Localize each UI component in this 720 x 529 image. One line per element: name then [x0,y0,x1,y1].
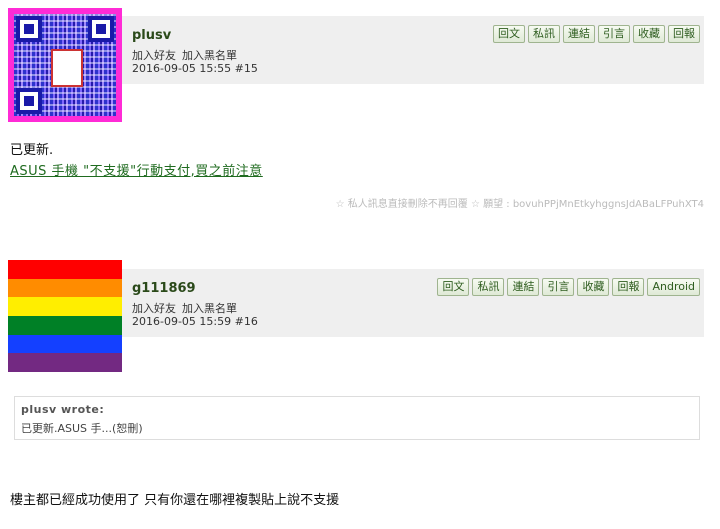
quote-button[interactable]: 引言 [598,25,630,43]
user-actions: 加入好友 加入黑名單 [132,47,243,63]
post-meta: 2016-09-05 15:55 #15 [132,62,258,75]
quote-body: 已更新.ASUS 手...(恕刪) [21,422,143,435]
favorite-button[interactable]: 收藏 [577,278,610,296]
post-content: 樓主都已經成功使用了 只有你還在哪裡複製貼上說不支援 [10,493,340,508]
post-action-buttons: 回文 私訊 連結 引言 收藏 回報 [493,25,700,43]
quote-button[interactable]: 引言 [542,278,575,296]
user-actions: 加入好友 加入黑名單 [132,300,243,316]
quote-box: plusv wrote: 已更新.ASUS 手...(恕刪) [14,396,700,440]
stripe-blue [8,334,122,354]
link-button[interactable]: 連結 [563,25,595,43]
user-avatar-rainbow[interactable] [8,260,122,373]
content-link[interactable]: ASUS 手機 "不支援"行動支付,買之前注意 [10,164,263,179]
username[interactable]: plusv [132,28,171,43]
stripe-yellow [8,297,122,317]
private-message-button[interactable]: 私訊 [472,278,505,296]
user-avatar-qr[interactable] [8,8,122,122]
private-message-button[interactable]: 私訊 [528,25,560,43]
qr-finder-top-right [88,16,114,42]
device-badge-button[interactable]: Android [647,278,700,296]
stripe-orange [8,278,122,298]
stripe-purple [8,353,122,373]
favorite-button[interactable]: 收藏 [633,25,665,43]
username[interactable]: g111869 [132,281,196,296]
post-meta: 2016-09-05 15:59 #16 [132,315,258,328]
stripe-green [8,316,122,335]
signature: ☆ 私人訊息直接刪除不再回覆 ☆ 願望 : bovuhPPjMnEtkyhggn… [335,199,704,210]
link-button[interactable]: 連結 [507,278,540,296]
post-action-buttons: 回文 私訊 連結 引言 收藏 回報 Android [437,278,700,296]
content-text: 已更新. [10,143,54,158]
add-blacklist-link[interactable]: 加入黑名單 [182,49,237,62]
qr-finder-bottom-left [16,88,42,114]
add-friend-link[interactable]: 加入好友 [132,302,176,315]
qr-finder-top-left [16,16,42,42]
stripe-red [8,260,122,279]
report-button[interactable]: 回報 [668,25,700,43]
add-blacklist-link[interactable]: 加入黑名單 [182,302,237,315]
qr-center-image [51,49,83,87]
quote-author: plusv wrote: [21,403,105,416]
post-content: 已更新. ASUS 手機 "不支援"行動支付,買之前注意 [10,140,263,182]
reply-button[interactable]: 回文 [437,278,470,296]
reply-button[interactable]: 回文 [493,25,525,43]
report-button[interactable]: 回報 [612,278,645,296]
add-friend-link[interactable]: 加入好友 [132,49,176,62]
